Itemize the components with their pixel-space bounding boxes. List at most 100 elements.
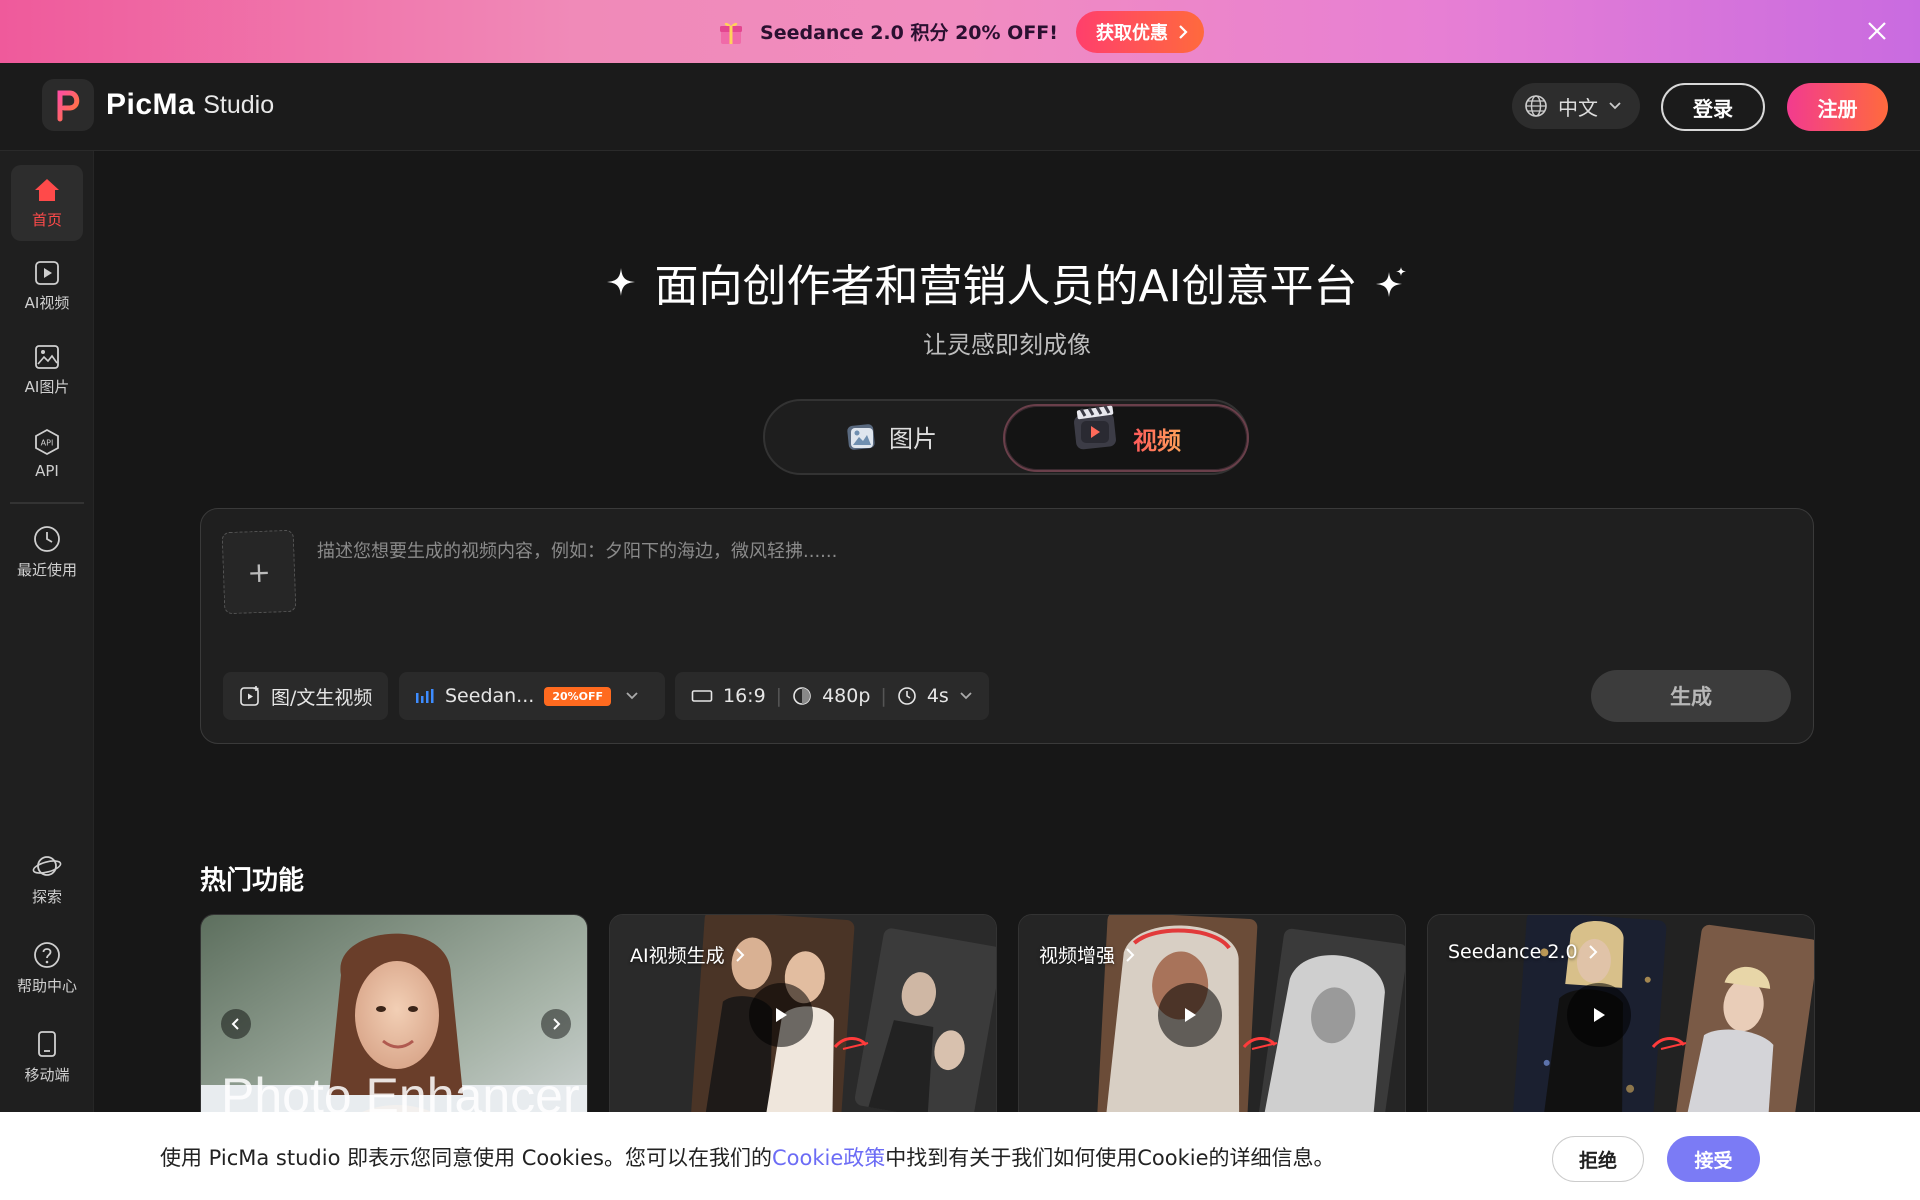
clock-icon [34, 525, 60, 552]
brand-sub: Studio [203, 90, 275, 119]
hero-title-row: 面向创作者和营销人员的AI创意平台 [0, 250, 1920, 314]
chevron-down-icon [626, 692, 638, 700]
aspect-ratio-icon [691, 690, 713, 702]
planet-icon [32, 855, 62, 876]
carousel-prev-button[interactable] [221, 1009, 251, 1039]
resolution-value: 480p [822, 685, 871, 707]
sparkle-icon [1375, 267, 1406, 297]
card-title: 视频增强 [1039, 941, 1135, 968]
sidebar-item-label: API [35, 462, 59, 480]
cookie-consent-bar: 使用 PicMa studio 即表示您同意使用 Cookies。您可以在我们的… [0, 1112, 1920, 1200]
globe-icon [1525, 95, 1547, 117]
login-button[interactable]: 登录 [1661, 83, 1765, 131]
brand-logo[interactable]: PicMa Studio [42, 79, 274, 131]
sidebar-item-label: 最近使用 [16, 560, 77, 579]
sidebar-item-home[interactable]: 首页 [11, 165, 83, 241]
aspect-ratio-value: 16:9 [723, 685, 766, 707]
help-icon [34, 941, 60, 968]
mode-toggle: 图片 视频 [763, 399, 1249, 475]
cookie-text-before: 使用 PicMa studio 即表示您同意使用 Cookies。您可以在我们的 [160, 1146, 772, 1170]
card-title-text: 视频增强 [1039, 945, 1116, 967]
mobile-icon [38, 1030, 56, 1057]
tab-image[interactable]: 图片 [845, 419, 937, 454]
sidebar-item-api[interactable]: API API [11, 416, 83, 492]
upload-image-button[interactable]: + [221, 529, 297, 615]
play-icon [1185, 1008, 1196, 1022]
play-button[interactable] [749, 983, 813, 1047]
sidebar-item-ai-image[interactable]: AI图片 [11, 332, 83, 408]
card-title: Seedance 2.0 [1448, 941, 1598, 963]
prompt-panel: + 描述您想要生成的视频内容，例如：夕阳下的海边，微风轻拂...... 图/文生… [200, 508, 1814, 744]
page-subtitle: 让灵感即刻成像 [923, 331, 1091, 359]
promo-cta-label: 获取优惠 [1095, 22, 1168, 44]
card-title-text: AI视频生成 [630, 945, 725, 967]
sidebar-item-help[interactable]: 帮助中心 [11, 930, 83, 1006]
accept-cookies-button[interactable]: 接受 [1667, 1136, 1760, 1182]
duration-value: 4s [926, 685, 949, 707]
play-button[interactable] [1567, 983, 1631, 1047]
card-title: AI视频生成 [630, 941, 745, 968]
resolution-icon [793, 687, 811, 705]
chevron-right-icon [1588, 945, 1597, 959]
separator: | [880, 685, 887, 707]
generation-mode-selector[interactable]: 图/文生视频 [223, 672, 389, 720]
brand-name: PicMa [106, 88, 196, 121]
chevron-down-icon [960, 692, 972, 700]
chevron-right-icon [553, 1018, 561, 1030]
home-icon [35, 178, 59, 201]
model-label: Seedan... [445, 685, 535, 707]
sidebar-divider [10, 502, 84, 504]
card-overlay-title: Photo Enhancer [221, 1068, 580, 1124]
svg-text:API: API [41, 439, 54, 448]
picma-logo-icon [42, 79, 94, 131]
tab-video[interactable]: 视频 [1003, 404, 1249, 472]
tab-image-label: 图片 [889, 425, 937, 453]
api-icon: API [35, 428, 59, 456]
cookie-policy-link[interactable]: Cookie政策 [772, 1146, 885, 1170]
sidebar-item-label: 首页 [31, 210, 62, 229]
chevron-right-icon [1179, 24, 1188, 39]
reject-cookies-button[interactable]: 拒绝 [1552, 1136, 1644, 1182]
sidebar-item-explore[interactable]: 探索 [11, 841, 83, 917]
discount-badge: 20%OFF [544, 686, 612, 706]
carousel-next-button[interactable] [541, 1009, 571, 1039]
page-title: 面向创作者和营销人员的AI创意平台 [654, 261, 1358, 312]
top-header: PicMa Studio 中文 登录 注册 [0, 63, 1920, 151]
model-selector[interactable]: Seedan... 20%OFF [399, 672, 665, 720]
language-label: 中文 [1558, 95, 1598, 120]
promo-cta-button[interactable]: 获取优惠 [1075, 10, 1204, 53]
sparkle-icon [607, 268, 636, 296]
image-icon [35, 344, 59, 369]
bar-chart-icon [416, 689, 434, 703]
play-button[interactable] [1158, 983, 1222, 1047]
generation-mode-label: 图/文生视频 [271, 686, 373, 709]
sidebar-item-label: 探索 [31, 887, 62, 906]
play-icon [776, 1008, 787, 1022]
chevron-left-icon [231, 1018, 239, 1030]
language-selector[interactable]: 中文 [1512, 83, 1640, 129]
video-mode-icon [1074, 405, 1116, 450]
prompt-input[interactable]: 描述您想要生成的视频内容，例如：夕阳下的海边，微风轻拂...... [317, 537, 837, 563]
tab-video-label: 视频 [1133, 421, 1181, 456]
close-icon[interactable] [1864, 18, 1890, 44]
chevron-right-icon [735, 947, 745, 962]
promo-text: Seedance 2.0 积分 20% OFF! [760, 22, 1058, 44]
cookie-text-after: 中找到有关于我们如何使用Cookie的详细信息。 [885, 1146, 1335, 1170]
sidebar-item-label: AI图片 [24, 377, 70, 396]
promo-banner: Seedance 2.0 积分 20% OFF! 获取优惠 [0, 0, 1920, 63]
card-title-text: Seedance 2.0 [1448, 941, 1578, 963]
video-settings-selector[interactable]: 16:9 | 480p | 4s [675, 672, 989, 720]
image-to-video-icon [240, 686, 259, 706]
cookie-message: 使用 PicMa studio 即表示您同意使用 Cookies。您可以在我们的… [160, 1142, 1335, 1172]
section-title: 热门功能 [200, 866, 305, 896]
chevron-down-icon [1609, 102, 1621, 110]
sidebar-item-recent[interactable]: 最近使用 [11, 514, 83, 590]
sidebar-item-label: 移动端 [24, 1065, 70, 1084]
chevron-right-icon [1126, 947, 1135, 962]
separator: | [775, 685, 783, 707]
signup-button[interactable]: 注册 [1787, 83, 1888, 131]
image-mode-icon [847, 423, 875, 450]
play-icon [1594, 1008, 1605, 1022]
generate-button[interactable]: 生成 [1591, 670, 1791, 722]
sidebar-item-mobile[interactable]: 移动端 [11, 1019, 83, 1095]
